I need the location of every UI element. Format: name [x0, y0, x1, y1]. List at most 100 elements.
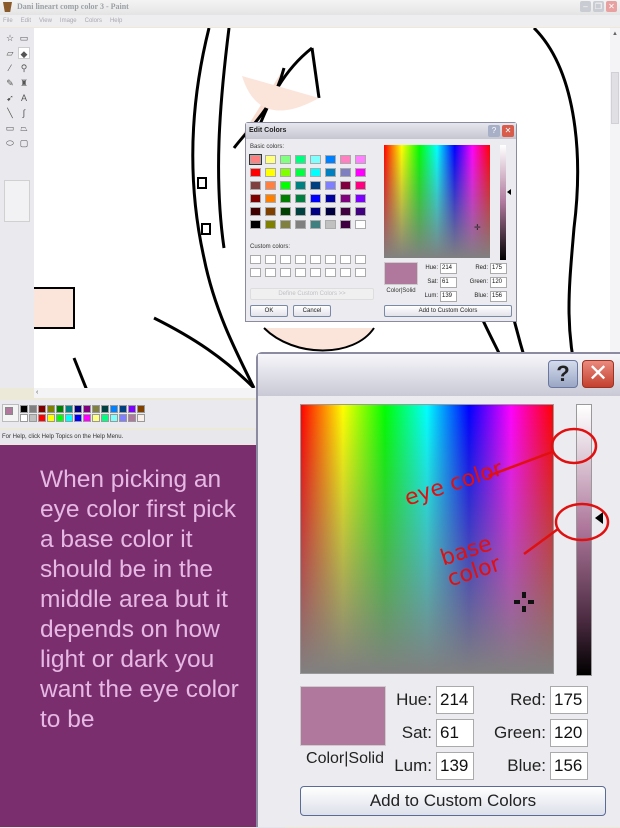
help-button[interactable]: ?: [548, 360, 578, 388]
basic-color-swatch[interactable]: [355, 155, 366, 164]
custom-color-swatch[interactable]: [310, 255, 321, 264]
rectangle-tool[interactable]: ▭: [4, 122, 16, 134]
magnifier-tool[interactable]: ⚲: [18, 62, 30, 74]
close-window-button[interactable]: ✕: [606, 1, 617, 12]
palette-swatch[interactable]: [38, 414, 46, 422]
sat-field[interactable]: 61: [436, 719, 474, 747]
menu-file[interactable]: File: [3, 15, 13, 27]
palette-swatch[interactable]: [65, 414, 73, 422]
pick-color-tool[interactable]: ⁄: [4, 62, 16, 74]
basic-color-swatch[interactable]: [265, 168, 276, 177]
palette-swatch[interactable]: [38, 405, 46, 413]
add-to-custom-colors-button[interactable]: Add to Custom Colors: [384, 305, 512, 317]
lum-field[interactable]: 139: [436, 752, 474, 780]
minimize-button[interactable]: –: [580, 1, 591, 12]
line-tool[interactable]: ╲: [4, 107, 16, 119]
hue-field[interactable]: 214: [440, 263, 457, 274]
basic-color-swatch[interactable]: [340, 220, 351, 229]
basic-color-swatch[interactable]: [340, 207, 351, 216]
menu-colors[interactable]: Colors: [85, 15, 102, 27]
palette-swatch[interactable]: [128, 405, 136, 413]
basic-color-swatch[interactable]: [340, 155, 351, 164]
scroll-left-arrow-icon[interactable]: ‹: [36, 389, 44, 397]
menu-edit[interactable]: Edit: [21, 15, 31, 27]
sat-field[interactable]: 61: [440, 277, 457, 288]
crosshair-icon[interactable]: [514, 592, 534, 612]
crosshair-icon[interactable]: ✛: [474, 223, 481, 232]
rounded-rectangle-tool[interactable]: ▢: [18, 137, 30, 149]
basic-color-swatch[interactable]: [295, 194, 306, 203]
custom-color-swatch[interactable]: [250, 268, 261, 277]
ellipse-tool[interactable]: ⬭: [4, 137, 16, 149]
basic-color-swatch[interactable]: [250, 168, 261, 177]
basic-color-swatch[interactable]: [310, 194, 321, 203]
basic-color-swatch[interactable]: [265, 207, 276, 216]
basic-color-swatch[interactable]: [310, 207, 321, 216]
luminance-arrow-icon[interactable]: [507, 189, 511, 195]
airbrush-tool[interactable]: ➹: [4, 92, 16, 104]
menu-help[interactable]: Help: [110, 15, 122, 27]
basic-color-swatch[interactable]: [250, 220, 261, 229]
eraser-tool[interactable]: ▱: [4, 47, 16, 59]
palette-swatch[interactable]: [83, 405, 91, 413]
basic-color-swatch[interactable]: [250, 181, 261, 190]
cancel-button[interactable]: Cancel: [293, 305, 331, 317]
palette-swatch[interactable]: [74, 405, 82, 413]
basic-color-swatch[interactable]: [265, 194, 276, 203]
basic-color-swatch[interactable]: [325, 168, 336, 177]
custom-color-swatch[interactable]: [325, 268, 336, 277]
custom-color-swatch[interactable]: [265, 268, 276, 277]
blue-field[interactable]: 156: [550, 752, 588, 780]
ok-button[interactable]: OK: [250, 305, 288, 317]
basic-color-swatch[interactable]: [340, 181, 351, 190]
palette-swatch[interactable]: [83, 414, 91, 422]
palette-swatch[interactable]: [56, 414, 64, 422]
custom-color-swatch[interactable]: [355, 268, 366, 277]
custom-color-swatch[interactable]: [295, 255, 306, 264]
basic-color-swatch[interactable]: [310, 155, 321, 164]
basic-color-swatch[interactable]: [250, 207, 261, 216]
palette-swatch[interactable]: [47, 414, 55, 422]
green-field[interactable]: 120: [550, 719, 588, 747]
basic-color-swatch[interactable]: [280, 194, 291, 203]
basic-color-swatch[interactable]: [280, 220, 291, 229]
custom-color-swatch[interactable]: [280, 268, 291, 277]
lum-field[interactable]: 139: [440, 291, 457, 302]
blue-field[interactable]: 156: [490, 291, 507, 302]
maximize-button[interactable]: ❐: [593, 1, 604, 12]
basic-color-swatch[interactable]: [295, 181, 306, 190]
palette-swatch[interactable]: [92, 405, 100, 413]
vertical-scrollbar[interactable]: ▲: [610, 28, 620, 388]
custom-color-swatch[interactable]: [310, 268, 321, 277]
palette-swatch[interactable]: [74, 414, 82, 422]
basic-color-swatch[interactable]: [340, 168, 351, 177]
basic-color-swatch[interactable]: [295, 207, 306, 216]
palette-swatch[interactable]: [29, 414, 37, 422]
free-form-select-tool[interactable]: ☆: [4, 32, 16, 44]
basic-color-swatch[interactable]: [355, 194, 366, 203]
text-tool[interactable]: A: [18, 92, 30, 104]
palette-swatch[interactable]: [110, 414, 118, 422]
pencil-tool[interactable]: ✎: [4, 77, 16, 89]
basic-color-swatch[interactable]: [280, 168, 291, 177]
menu-view[interactable]: View: [39, 15, 52, 27]
basic-color-swatch[interactable]: [295, 168, 306, 177]
custom-color-swatch[interactable]: [250, 255, 261, 264]
green-field[interactable]: 120: [490, 277, 507, 288]
horizontal-scrollbar[interactable]: ‹: [34, 388, 260, 398]
palette-swatch[interactable]: [20, 414, 28, 422]
palette-swatch[interactable]: [137, 414, 145, 422]
palette-swatch[interactable]: [56, 405, 64, 413]
luminance-slider-small[interactable]: [500, 145, 506, 260]
basic-color-swatch[interactable]: [355, 181, 366, 190]
custom-color-swatch[interactable]: [325, 255, 336, 264]
basic-color-swatch[interactable]: [249, 154, 262, 165]
palette-swatch[interactable]: [92, 414, 100, 422]
basic-color-swatch[interactable]: [295, 220, 306, 229]
custom-color-swatch[interactable]: [340, 255, 351, 264]
basic-color-swatch[interactable]: [340, 194, 351, 203]
custom-color-swatch[interactable]: [280, 255, 291, 264]
red-field[interactable]: 175: [490, 263, 507, 274]
palette-swatch[interactable]: [101, 405, 109, 413]
basic-color-swatch[interactable]: [325, 181, 336, 190]
